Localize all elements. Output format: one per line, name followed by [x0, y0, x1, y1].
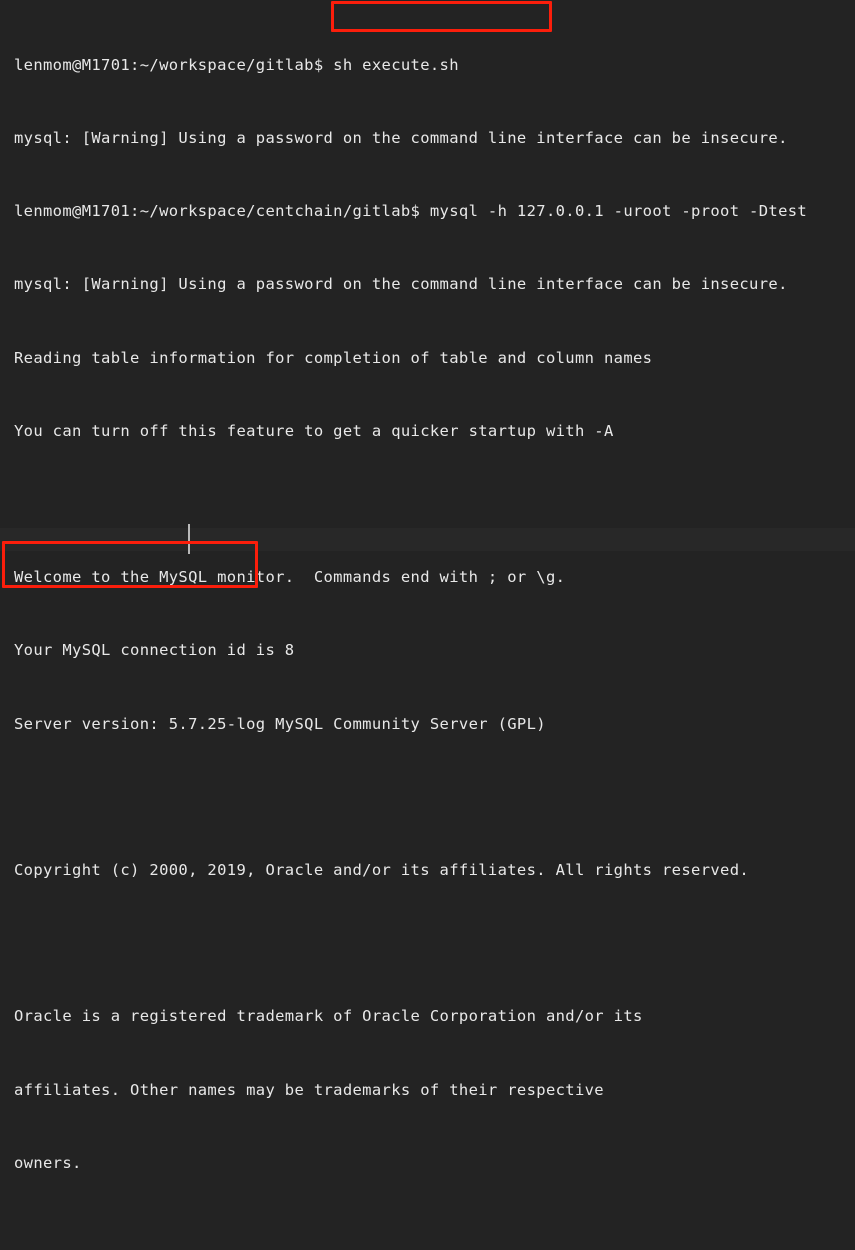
terminal-output[interactable]: lenmom@M1701:~/workspace/gitlab$ sh exec…: [0, 0, 855, 1250]
terminal-line: lenmom@M1701:~/workspace/gitlab$ sh exec…: [14, 55, 459, 74]
terminal-line: lenmom@M1701:~/workspace/centchain/gitla…: [14, 202, 808, 221]
annotation-box-result-row: [2, 541, 258, 588]
terminal-line: mysql: [Warning] Using a password on the…: [14, 129, 788, 148]
terminal-line: Server version: 5.7.25-log MySQL Communi…: [14, 714, 546, 733]
terminal-line: mysql: [Warning] Using a password on the…: [14, 275, 788, 294]
terminal-line: owners.: [14, 1153, 82, 1172]
terminal-window[interactable]: lenmom@M1701:~/workspace/gitlab$ sh exec…: [0, 0, 855, 1172]
terminal-line: affiliates. Other names may be trademark…: [14, 1080, 604, 1099]
terminal-line: Reading table information for completion…: [14, 348, 653, 367]
annotation-box-command: [331, 1, 552, 32]
terminal-line: Oracle is a registered trademark of Orac…: [14, 1007, 643, 1026]
terminal-line: Your MySQL connection id is 8: [14, 641, 295, 660]
terminal-line: You can turn off this feature to get a q…: [14, 421, 614, 440]
terminal-line: Copyright (c) 2000, 2019, Oracle and/or …: [14, 861, 750, 880]
